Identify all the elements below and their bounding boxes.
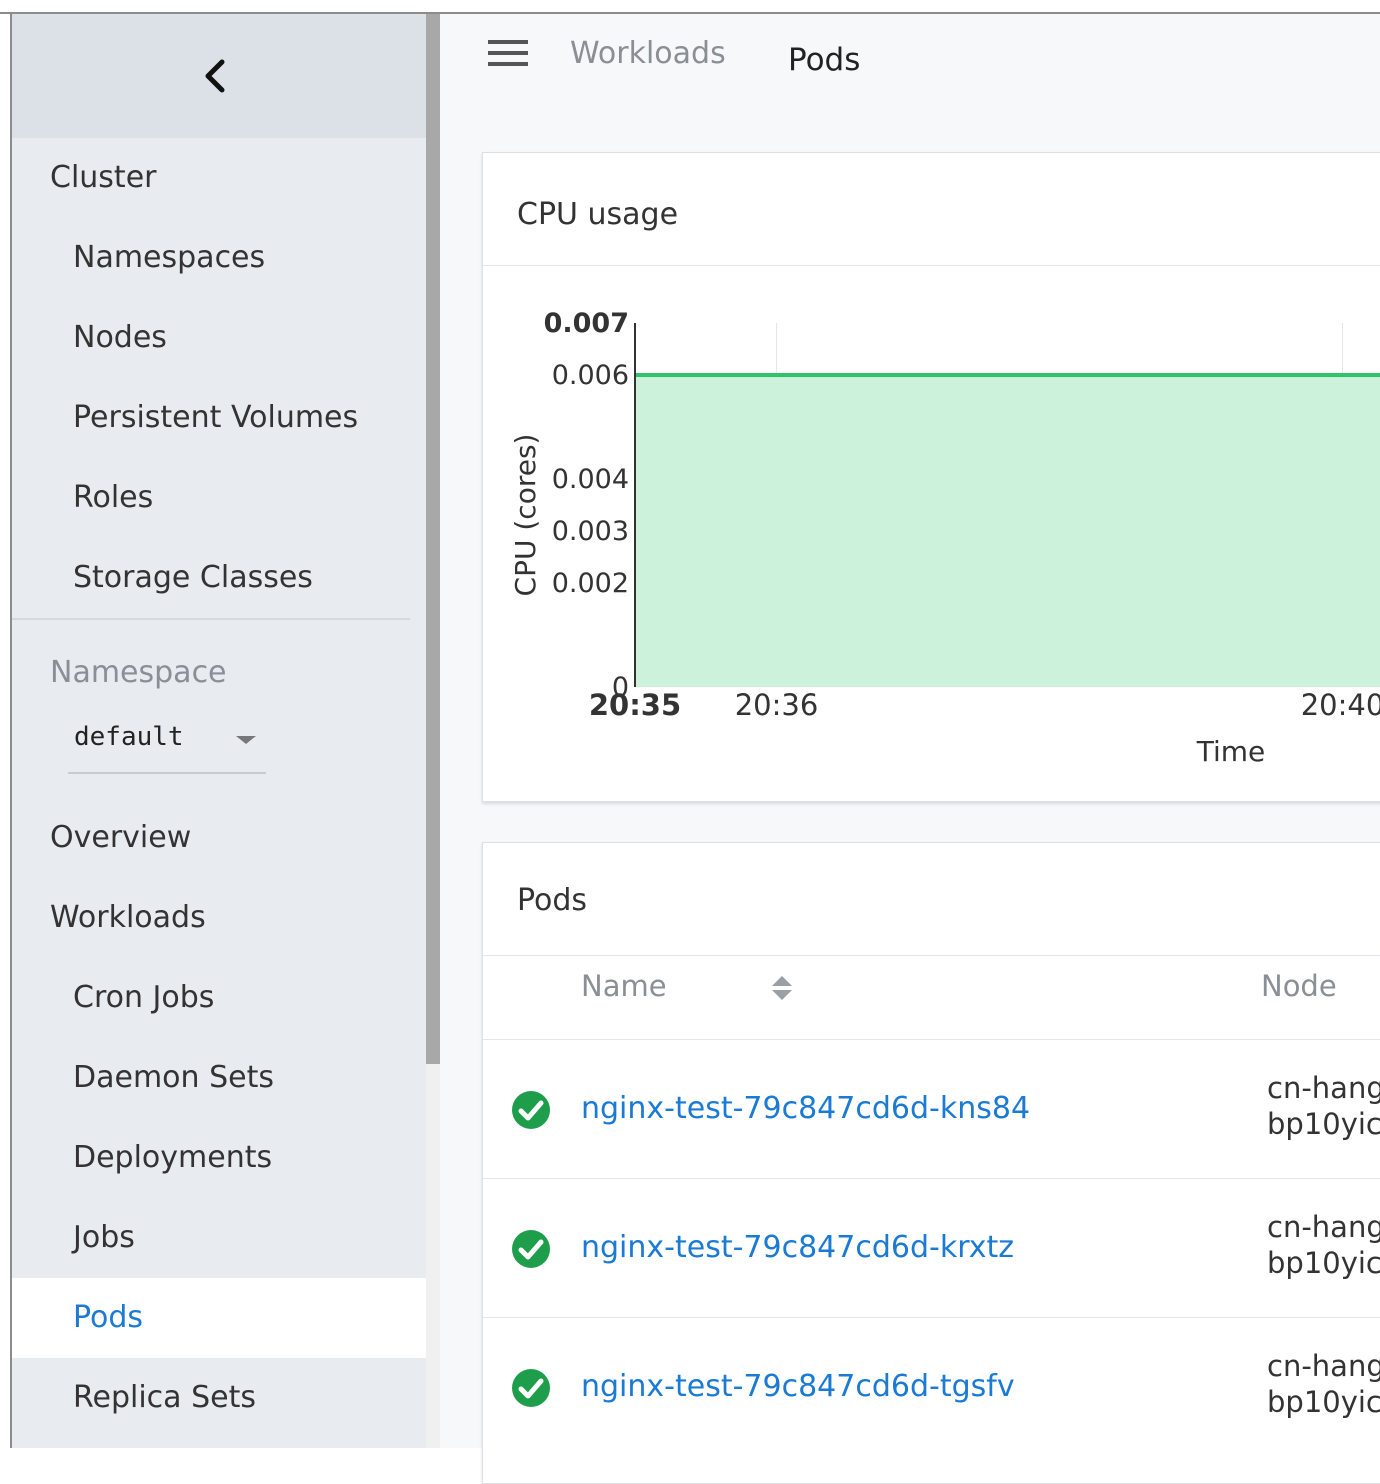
cpu-usage-chart: 00.0020.0030.0040.0060.00720:35 20:36 20:4… — [509, 308, 1380, 768]
chart-y-tick-label: 0.003 — [552, 516, 629, 547]
pod-node: cn-hang bp10yic — [1267, 1209, 1380, 1281]
pod-node-line1: cn-hang — [1267, 1349, 1380, 1383]
namespace-select[interactable]: default — [68, 716, 266, 774]
sidebar: Cluster Namespaces Nodes Persistent Volu… — [12, 14, 426, 1448]
breadcrumb-current: Pods — [788, 42, 861, 78]
check-circle-icon — [512, 1230, 550, 1268]
pod-node-line2: bp10yic — [1267, 1246, 1380, 1280]
pod-name-link[interactable]: nginx-test-79c847cd6d-kns84 — [581, 1084, 1030, 1134]
pod-node: cn-hang bp10yic — [1267, 1070, 1380, 1142]
table-row: nginx-test-79c847cd6d-kns84 cn-hang bp10… — [483, 1039, 1380, 1178]
sidebar-item-roles[interactable]: Roles — [12, 458, 426, 538]
pods-card: Pods Name Node nginx-test-79c847cd6d-kns… — [482, 842, 1380, 1484]
sidebar-divider — [12, 618, 410, 620]
chart-x-axis-label: Time — [1196, 735, 1266, 768]
sidebar-item-replica-sets[interactable]: Replica Sets — [12, 1358, 426, 1438]
window-left-border — [0, 14, 12, 1448]
table-row: nginx-test-79c847cd6d-tgsfv cn-hang bp10… — [483, 1317, 1380, 1456]
column-header-name[interactable]: Name — [581, 961, 792, 1011]
dropdown-arrow-icon — [236, 736, 256, 744]
sidebar-item-deployments[interactable]: Deployments — [12, 1118, 426, 1198]
sidebar-item-overview[interactable]: Overview — [12, 798, 426, 878]
chart-y-tick-label: 0.004 — [552, 464, 629, 495]
chart-area — [635, 375, 1380, 687]
main-content: Workloads Pods CPU usage 0 0.002 0.003 0.00… — [440, 14, 1380, 1484]
breadcrumb-workloads[interactable]: Workloads — [570, 32, 726, 76]
sidebar-item-workloads[interactable]: Workloads — [12, 878, 426, 958]
namespace-select-value: default — [74, 722, 184, 752]
pods-card-title: Pods — [517, 883, 588, 918]
chart-y-tick-label: 0.002 — [552, 568, 629, 599]
table-row: nginx-test-79c847cd6d-krxtz cn-hang bp10… — [483, 1178, 1380, 1317]
menu-icon[interactable] — [488, 40, 528, 70]
sidebar-heading-cluster[interactable]: Cluster — [12, 138, 426, 218]
column-header-name-label: Name — [581, 969, 667, 1003]
namespace-label: Namespace — [50, 655, 227, 690]
chart-y-tick-label: 0.007 — [544, 308, 629, 339]
pod-node: cn-hang bp10yic — [1267, 1348, 1380, 1420]
sidebar-item-storage-classes[interactable]: Storage Classes — [12, 538, 426, 618]
chart-x-tick-label: 20:35 — [589, 688, 681, 722]
sidebar-scrollbar-thumb[interactable] — [426, 14, 440, 1064]
sidebar-item-pods[interactable]: Pods — [12, 1278, 426, 1358]
sidebar-item-namespaces[interactable]: Namespaces — [12, 218, 426, 298]
sort-icon[interactable] — [771, 975, 793, 1001]
sidebar-collapse-button[interactable] — [12, 14, 426, 138]
sidebar-item-nodes[interactable]: Nodes — [12, 298, 426, 378]
check-circle-icon — [512, 1369, 550, 1407]
chart-y-tick-label: 0.006 — [552, 360, 629, 391]
pod-name-link[interactable]: nginx-test-79c847cd6d-krxtz — [581, 1223, 1014, 1273]
sidebar-item-cron-jobs[interactable]: Cron Jobs — [12, 958, 426, 1038]
pod-node-line2: bp10yic — [1267, 1385, 1380, 1419]
pod-node-line1: cn-hang — [1267, 1071, 1380, 1105]
column-header-node: Node — [1261, 969, 1337, 1003]
pod-name-link[interactable]: nginx-test-79c847cd6d-tgsfv — [581, 1362, 1015, 1412]
pod-node-line1: cn-hang — [1267, 1210, 1380, 1244]
sidebar-item-daemon-sets[interactable]: Daemon Sets — [12, 1038, 426, 1118]
cpu-usage-card: CPU usage 0 0.002 0.003 0.004 0.006 0.007 20:3… — [482, 152, 1380, 802]
chevron-left-icon — [205, 59, 225, 93]
chart-x-tick-label: 20:40 — [1301, 688, 1380, 722]
window-top-border — [0, 0, 1380, 14]
check-circle-icon — [512, 1091, 550, 1129]
sidebar-item-persistent-volumes[interactable]: Persistent Volumes — [12, 378, 426, 458]
chart-y-axis-label: CPU (cores) — [509, 434, 542, 597]
pod-node-line2: bp10yic — [1267, 1107, 1380, 1141]
card-divider — [483, 955, 1380, 956]
sidebar-item-jobs[interactable]: Jobs — [12, 1198, 426, 1278]
chart-x-tick-label: 20:36 — [735, 688, 819, 722]
